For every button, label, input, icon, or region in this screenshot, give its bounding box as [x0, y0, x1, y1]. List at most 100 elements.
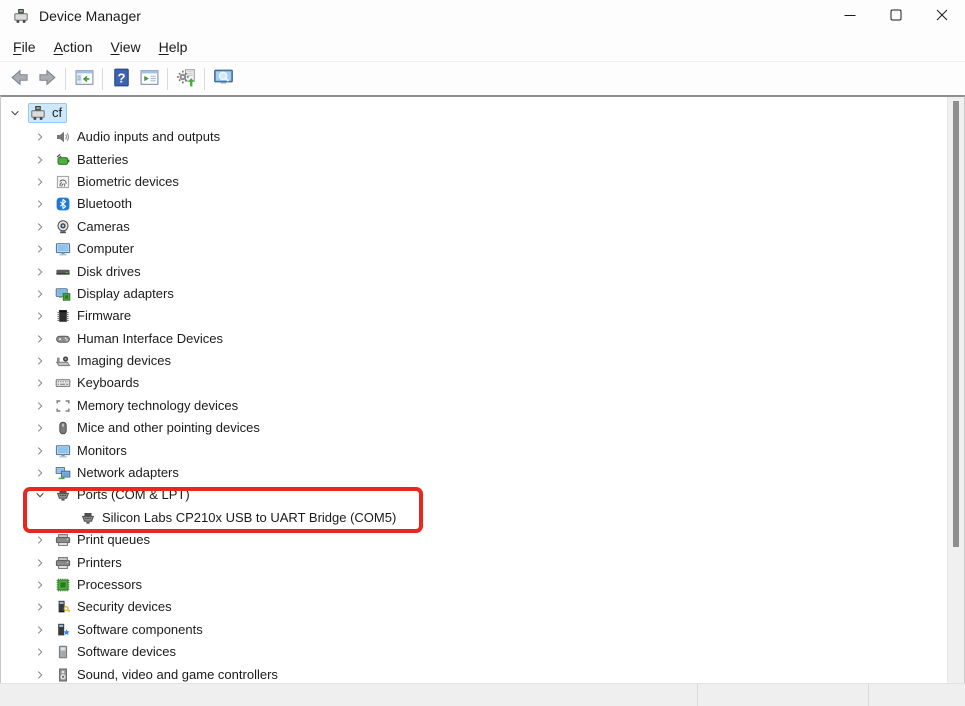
chevron-down-icon[interactable] [32, 487, 48, 503]
tree-item-surface[interactable]: Imaging devices [53, 351, 176, 371]
tree-item-mice-and-other-pointing-devices[interactable]: Mice and other pointing devices [1, 417, 947, 439]
tree-item-surface[interactable]: Monitors [53, 441, 132, 461]
tree-item-computer[interactable]: Computer [1, 238, 947, 260]
chevron-right-icon[interactable] [32, 398, 48, 414]
maximize-button[interactable] [873, 0, 919, 32]
toolbar-properties-button[interactable] [135, 65, 163, 92]
tree-item-surface[interactable]: Bluetooth [53, 194, 137, 214]
tree-item-memory-technology-devices[interactable]: Memory technology devices [1, 395, 947, 417]
tree-item-network-adapters[interactable]: Network adapters [1, 462, 947, 484]
minimize-button[interactable] [827, 0, 873, 32]
tree-item-cf[interactable]: cf [1, 100, 947, 126]
tree-item-surface[interactable]: Software devices [53, 642, 181, 662]
tree-item-silicon-labs-cp210x-usb-to-uart-bridge-com5[interactable]: Silicon Labs CP210x USB to UART Bridge (… [1, 507, 947, 529]
tree-item-surface[interactable]: Network adapters [53, 463, 184, 483]
tree-item-disk-drives[interactable]: Disk drives [1, 260, 947, 282]
tree-item-software-components[interactable]: Software components [1, 619, 947, 641]
tree-item-surface[interactable]: Firmware [53, 306, 136, 326]
tree-item-surface[interactable]: Mice and other pointing devices [53, 418, 265, 438]
toolbar-forward-button[interactable] [33, 65, 61, 92]
menu-file[interactable]: File [4, 35, 45, 59]
tree-item-bluetooth[interactable]: Bluetooth [1, 193, 947, 215]
tree-item-software-devices[interactable]: Software devices [1, 641, 947, 663]
chevron-right-icon[interactable] [32, 331, 48, 347]
network-adapter-icon [55, 465, 71, 481]
tree-item-surface[interactable]: Computer [53, 239, 139, 259]
chevron-right-icon[interactable] [32, 264, 48, 280]
tree-item-imaging-devices[interactable]: Imaging devices [1, 350, 947, 372]
toolbar-help-button[interactable]: ? [107, 65, 135, 92]
chevron-right-icon[interactable] [32, 465, 48, 481]
chevron-right-icon[interactable] [32, 667, 48, 683]
menu-help[interactable]: Help [150, 35, 197, 59]
chevron-right-icon[interactable] [32, 622, 48, 638]
tree-item-surface[interactable]: Keyboards [53, 373, 144, 393]
tree-item-surface[interactable]: Display adapters [53, 284, 179, 304]
chevron-right-icon[interactable] [32, 286, 48, 302]
tree-item-audio-inputs-and-outputs[interactable]: Audio inputs and outputs [1, 126, 947, 148]
vertical-scrollbar[interactable] [947, 97, 964, 683]
chevron-right-icon[interactable] [32, 577, 48, 593]
menu-file-label: File [13, 39, 36, 55]
tree-item-surface[interactable]: Biometric devices [53, 172, 184, 192]
tree-item-surface[interactable]: Disk drives [53, 262, 146, 282]
chevron-right-icon[interactable] [32, 152, 48, 168]
tree-item-surface[interactable]: Software components [53, 620, 208, 640]
tree-item-keyboards[interactable]: Keyboards [1, 372, 947, 394]
chevron-right-icon[interactable] [32, 375, 48, 391]
tree-item-surface[interactable]: Sound, video and game controllers [53, 665, 283, 683]
chevron-right-icon[interactable] [32, 353, 48, 369]
tree-item-batteries[interactable]: Batteries [1, 148, 947, 170]
chevron-right-icon[interactable] [32, 196, 48, 212]
tree-item-surface[interactable]: cf [28, 103, 67, 123]
chevron-right-icon[interactable] [32, 129, 48, 145]
chevron-right-icon[interactable] [32, 219, 48, 235]
tree-item-label: Silicon Labs CP210x USB to UART Bridge (… [102, 510, 396, 526]
tree-item-biometric-devices[interactable]: Biometric devices [1, 171, 947, 193]
chevron-right-icon[interactable] [32, 443, 48, 459]
chevron-right-icon[interactable] [32, 308, 48, 324]
scrollbar-thumb[interactable] [953, 101, 959, 547]
chevron-right-icon[interactable] [32, 555, 48, 571]
close-button[interactable] [919, 0, 965, 32]
chevron-right-icon[interactable] [32, 532, 48, 548]
tree-item-monitors[interactable]: Monitors [1, 439, 947, 461]
tree-item-label: Disk drives [77, 264, 141, 280]
tree-item-label: Software devices [77, 644, 176, 660]
bottom-strip-divider [868, 684, 869, 706]
tree-item-human-interface-devices[interactable]: Human Interface Devices [1, 328, 947, 350]
chevron-right-icon[interactable] [32, 241, 48, 257]
software-component-icon [55, 622, 71, 638]
tree-item-ports-com-lpt[interactable]: Ports (COM & LPT) [1, 484, 947, 506]
toolbar-scan-for-hardware-changes-button[interactable] [172, 65, 200, 92]
chevron-right-icon[interactable] [32, 174, 48, 190]
tree-item-printers[interactable]: Printers [1, 551, 947, 573]
chevron-right-icon[interactable] [32, 599, 48, 615]
tree-item-surface[interactable]: Processors [53, 575, 147, 595]
tree-item-processors[interactable]: Processors [1, 574, 947, 596]
tree-item-cameras[interactable]: Cameras [1, 216, 947, 238]
tree-item-firmware[interactable]: Firmware [1, 305, 947, 327]
menu-view[interactable]: View [102, 35, 150, 59]
tree-item-surface[interactable]: Ports (COM & LPT) [53, 485, 195, 505]
tree-item-print-queues[interactable]: Print queues [1, 529, 947, 551]
chevron-right-icon[interactable] [32, 644, 48, 660]
tree-item-display-adapters[interactable]: Display adapters [1, 283, 947, 305]
toolbar-back-button[interactable] [5, 65, 33, 92]
tree-item-sound-video-and-game-controllers[interactable]: Sound, video and game controllers [1, 663, 947, 683]
menu-action[interactable]: Action [45, 35, 102, 59]
tree-item-surface[interactable]: Memory technology devices [53, 396, 243, 416]
tree-item-surface[interactable]: Cameras [53, 217, 135, 237]
tree-item-surface[interactable]: Printers [53, 553, 127, 573]
toolbar-remote-computer-search-button[interactable] [209, 65, 237, 92]
tree-item-surface[interactable]: Silicon Labs CP210x USB to UART Bridge (… [78, 508, 401, 528]
tree-item-surface[interactable]: Human Interface Devices [53, 329, 228, 349]
tree-item-surface[interactable]: Security devices [53, 597, 177, 617]
toolbar-show-hide-console-tree-button[interactable] [70, 65, 98, 92]
tree-item-surface[interactable]: Print queues [53, 530, 155, 550]
tree-item-security-devices[interactable]: Security devices [1, 596, 947, 618]
chevron-down-icon[interactable] [7, 105, 23, 121]
chevron-right-icon[interactable] [32, 420, 48, 436]
tree-item-surface[interactable]: Audio inputs and outputs [53, 127, 225, 147]
tree-item-surface[interactable]: Batteries [53, 150, 133, 170]
